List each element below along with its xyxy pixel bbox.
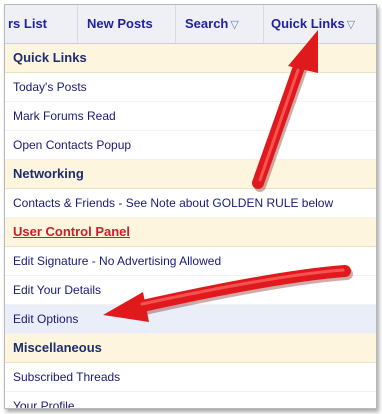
menu-item-your-profile[interactable]: Your Profile <box>5 392 376 408</box>
nav-quick-links-label: Quick Links <box>271 16 345 31</box>
menu-header-networking: Networking <box>5 160 376 189</box>
chevron-down-icon: ▽ <box>346 19 356 31</box>
menu-item-subscribed-threads[interactable]: Subscribed Threads <box>5 363 376 392</box>
nav-search-label: Search <box>185 16 229 31</box>
nav-separator <box>77 5 78 43</box>
nav-separator <box>263 5 264 43</box>
menu-header-quick-links: Quick Links <box>5 44 376 73</box>
nav-quick-links[interactable]: Quick Links ▽ <box>271 16 355 31</box>
menu-item-mark-forums-read[interactable]: Mark Forums Read <box>5 102 376 131</box>
quick-links-dropdown-screenshot: rs List New Posts Search ▽ Quick Links ▽ Q… <box>4 4 377 409</box>
menu-item-edit-signature[interactable]: Edit Signature - No Advertising Allowed <box>5 247 376 276</box>
forum-navbar: rs List New Posts Search ▽ Quick Links ▽ <box>5 5 376 44</box>
menu-item-open-contacts-popup[interactable]: Open Contacts Popup <box>5 131 376 160</box>
menu-header-user-control-panel[interactable]: User Control Panel <box>5 218 376 247</box>
menu-item-contacts-friends[interactable]: Contacts & Friends - See Note about GOLD… <box>5 189 376 218</box>
menu-item-edit-options[interactable]: Edit Options <box>5 305 376 334</box>
nav-new-posts[interactable]: New Posts <box>87 16 153 31</box>
quick-links-menu: Quick Links Today's Posts Mark Forums Re… <box>5 44 376 408</box>
nav-members-list[interactable]: rs List <box>8 16 47 31</box>
menu-item-edit-your-details[interactable]: Edit Your Details <box>5 276 376 305</box>
menu-item-todays-posts[interactable]: Today's Posts <box>5 73 376 102</box>
nav-separator <box>175 5 176 43</box>
chevron-down-icon: ▽ <box>230 19 239 31</box>
menu-header-miscellaneous: Miscellaneous <box>5 334 376 363</box>
nav-search[interactable]: Search ▽ <box>185 16 239 31</box>
